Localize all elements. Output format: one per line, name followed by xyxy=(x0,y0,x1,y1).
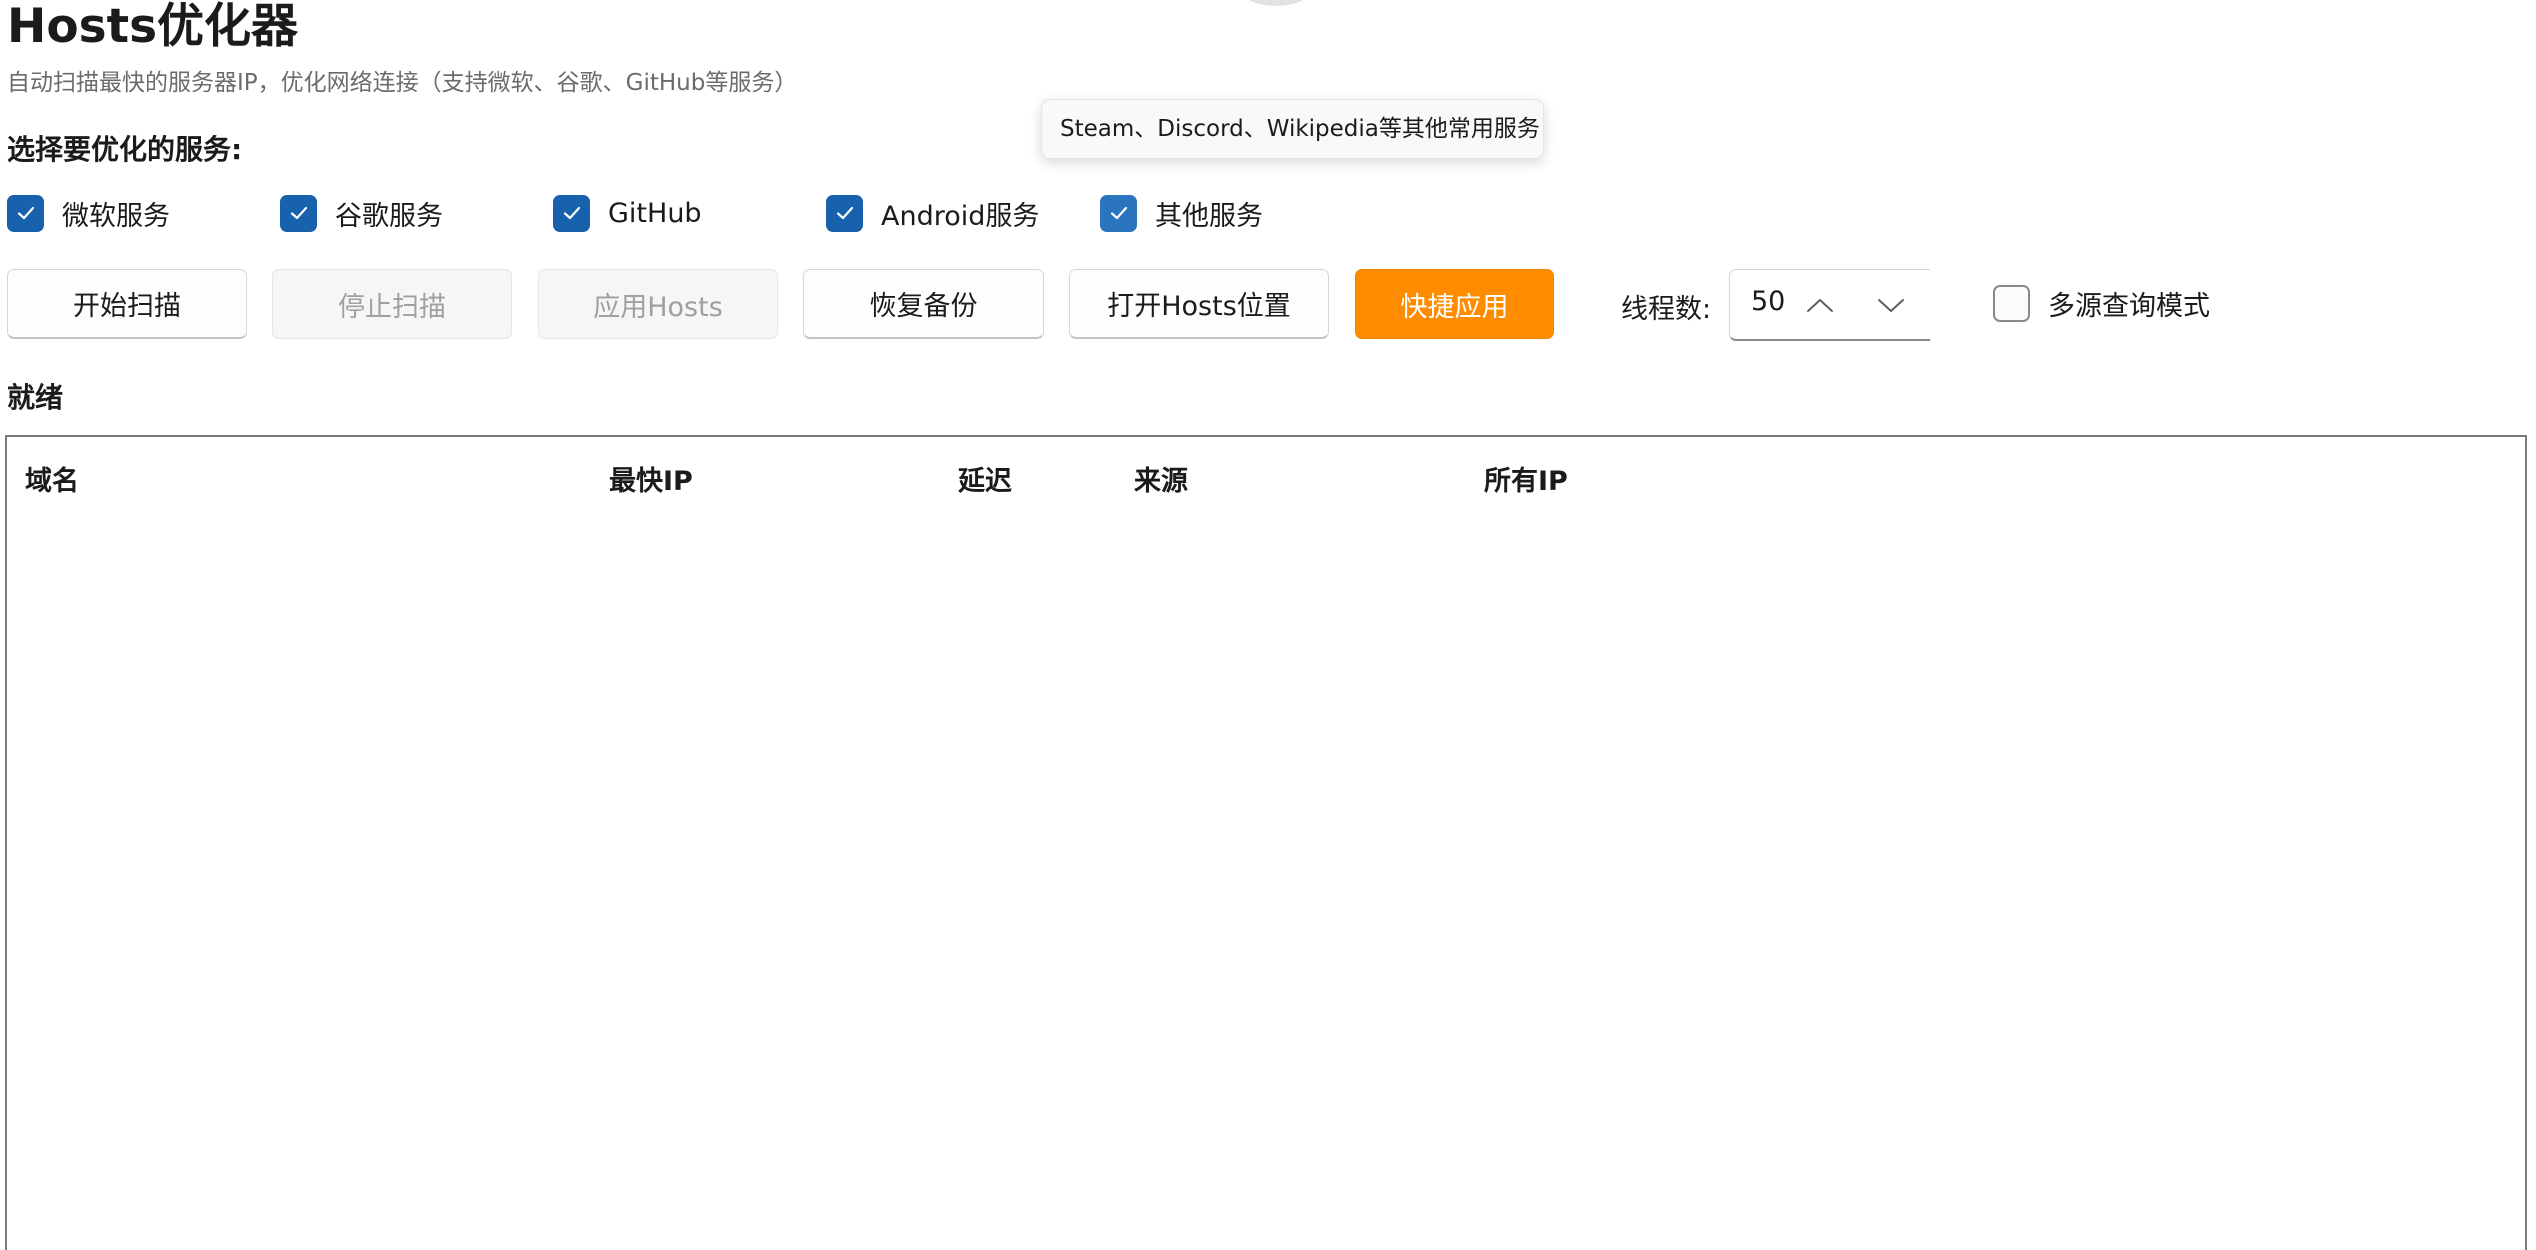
checkbox-checked-icon[interactable] xyxy=(1100,194,1137,232)
column-header-all-ips[interactable]: 所有IP xyxy=(1484,459,1568,498)
top-edge-shape xyxy=(1246,0,1306,6)
column-header-latency[interactable]: 延迟 xyxy=(958,459,1012,498)
stop-scan-button[interactable]: 停止扫描 xyxy=(272,269,512,339)
multi-source-mode-checkbox[interactable]: 多源查询模式 xyxy=(1993,284,2210,323)
checkbox-checked-icon[interactable] xyxy=(826,194,863,232)
checkbox-other-services[interactable]: 其他服务 xyxy=(1100,193,1263,233)
checkbox-github[interactable]: GitHub xyxy=(553,193,702,233)
column-header-domain[interactable]: 域名 xyxy=(25,459,79,498)
checkbox-label: 微软服务 xyxy=(62,200,170,232)
checkbox-unchecked-icon[interactable] xyxy=(1993,285,2030,322)
checkbox-label: GitHub xyxy=(608,197,702,229)
threads-value[interactable]: 50 xyxy=(1751,286,1785,317)
column-header-source[interactable]: 来源 xyxy=(1134,459,1188,498)
checkbox-checked-icon[interactable] xyxy=(280,194,317,232)
checkbox-google-services[interactable]: 谷歌服务 xyxy=(280,193,443,233)
status-text: 就绪 xyxy=(7,381,64,414)
checkbox-android-services[interactable]: Android服务 xyxy=(826,193,1039,233)
services-section-label: 选择要优化的服务: xyxy=(7,133,243,166)
restore-backup-button[interactable]: 恢复备份 xyxy=(803,269,1044,339)
chevron-down-icon[interactable] xyxy=(1871,288,1911,322)
threads-number-box[interactable]: 50 xyxy=(1729,269,1930,341)
page-title: Hosts优化器 xyxy=(7,0,299,54)
checkbox-checked-icon[interactable] xyxy=(7,194,44,232)
threads-label: 线程数: xyxy=(1621,294,1712,325)
open-hosts-location-button[interactable]: 打开Hosts位置 xyxy=(1069,269,1329,339)
checkbox-label: 多源查询模式 xyxy=(2048,291,2210,322)
quick-apply-button[interactable]: 快捷应用 xyxy=(1355,269,1554,339)
start-scan-button[interactable]: 开始扫描 xyxy=(7,269,247,339)
hosts-optimizer-window: Hosts优化器 自动扫描最快的服务器IP，优化网络连接（支持微软、谷歌、Git… xyxy=(0,0,2536,1250)
checkbox-label: 谷歌服务 xyxy=(335,200,443,232)
results-table[interactable]: 域名 最快IP 延迟 来源 所有IP xyxy=(5,435,2527,1250)
chevron-up-icon[interactable] xyxy=(1800,288,1840,322)
checkbox-checked-icon[interactable] xyxy=(553,194,590,232)
other-services-tooltip: Steam、Discord、Wikipedia等其他常用服务 xyxy=(1041,99,1544,159)
page-subtitle: 自动扫描最快的服务器IP，优化网络连接（支持微软、谷歌、GitHub等服务） xyxy=(7,70,798,96)
apply-hosts-button[interactable]: 应用Hosts xyxy=(538,269,778,339)
checkbox-label: 其他服务 xyxy=(1155,200,1263,232)
checkbox-label: Android服务 xyxy=(881,200,1040,232)
checkbox-microsoft-services[interactable]: 微软服务 xyxy=(7,193,170,233)
column-header-fastest-ip[interactable]: 最快IP xyxy=(609,459,693,498)
